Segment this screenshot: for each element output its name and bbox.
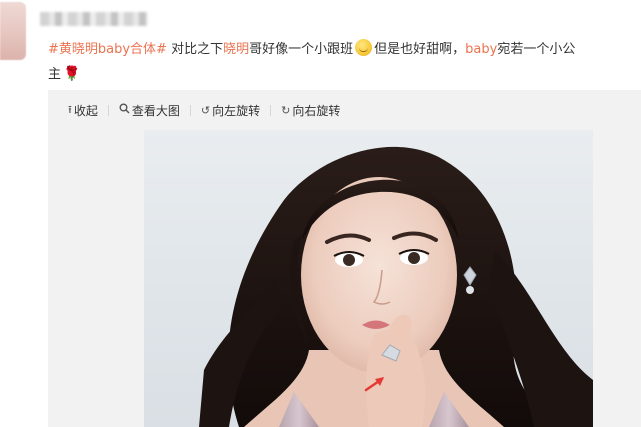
post-photo[interactable] [144,130,593,427]
toolbar-divider [107,104,109,116]
post-text-segment: 主 [48,67,62,82]
topic-link[interactable]: #黄晓明baby合体# [48,42,167,57]
mention-link[interactable]: 晓明 [223,42,249,57]
toolbar-divider [270,104,272,116]
post-text: #黄晓明baby合体# 对比之下晓明哥好像一个小跟班 但是也好甜啊，baby宛若一… [48,37,641,87]
post-text-segment: 宛若一个小公 [497,42,576,57]
portrait-illustration [199,146,593,427]
magnifier-icon [119,103,130,117]
toolbar-divider [189,104,191,116]
rotate-right-button[interactable]: ↻ 向右旋转 [281,102,340,119]
post-text-segment: 但是也好甜啊， [374,42,466,57]
post-text-segment: 哥好像一个小跟班 [249,42,354,57]
collapse-arrow-icon: ⭱ [68,102,72,116]
avatar[interactable] [0,2,26,60]
post-text-segment: 对比之下 [166,42,224,57]
rotate-right-label: 向右旋转 [292,103,341,118]
media-toolbar: ⭱ 收起 查看大图 ↺ 向左旋转 ↻ 向右旋转 [68,102,340,118]
username-blurred[interactable] [40,12,148,26]
rotate-right-icon: ↻ [281,103,291,117]
view-large-button[interactable]: 查看大图 [119,102,180,119]
rotate-left-label: 向左旋转 [212,103,261,118]
view-large-label: 查看大图 [131,103,180,118]
blush-emoji-icon [355,39,373,56]
rose-emoji-icon: 🌹 [63,66,81,82]
rotate-left-icon: ↺ [200,103,211,117]
collapse-button[interactable]: ⭱ 收起 [68,101,98,120]
collapse-label: 收起 [73,103,98,118]
post-text-line: 主 🌹 [48,62,641,87]
rotate-left-button[interactable]: ↺ 向左旋转 [201,102,260,119]
media-expanded-panel: ⭱ 收起 查看大图 ↺ 向左旋转 ↻ 向右旋转 [48,90,641,427]
mention-link[interactable]: baby [465,42,497,57]
